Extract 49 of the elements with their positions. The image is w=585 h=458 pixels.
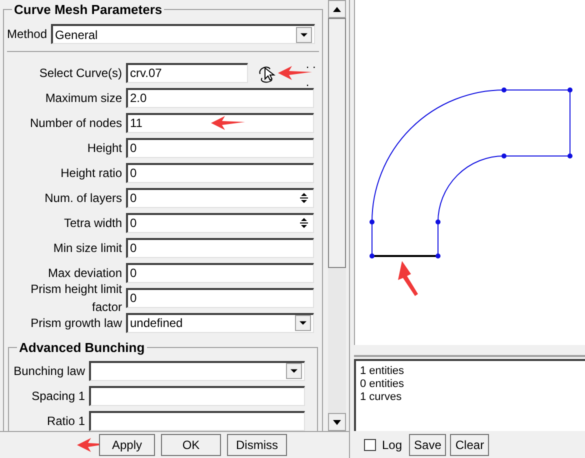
- input-field[interactable]: [89, 410, 305, 430]
- dropdown-field[interactable]: undefined: [126, 312, 314, 332]
- scrollbar-thumb[interactable]: [328, 18, 346, 268]
- field-label: Prism growth law: [30, 314, 123, 332]
- field-label: Maximum size: [44, 90, 123, 106]
- curve-select-field[interactable]: crv.07: [126, 62, 248, 82]
- message-button[interactable]: Clear: [450, 434, 490, 456]
- field-label: Height ratio: [60, 164, 123, 182]
- message-line: 1 entities: [360, 365, 406, 378]
- input-field[interactable]: [89, 386, 305, 406]
- log-checkbox[interactable]: [364, 438, 376, 450]
- scroll-up-icon[interactable]: [333, 6, 341, 12]
- field-label: Spacing 1: [30, 388, 86, 404]
- input-field[interactable]: 0: [126, 238, 314, 258]
- spinner-arrows-icon[interactable]: [299, 191, 309, 205]
- message-line: 0 entities: [360, 378, 406, 391]
- field-label: Num. of layers: [44, 190, 123, 206]
- checkbox-label: Log: [382, 436, 402, 454]
- method-dropdown[interactable]: General: [51, 24, 316, 44]
- input-field[interactable]: 11: [126, 112, 314, 132]
- input-field[interactable]: 0: [126, 162, 314, 182]
- message-button[interactable]: Save: [409, 434, 446, 456]
- field-label: Method: [7, 26, 48, 43]
- dialog-button[interactable]: OK: [161, 434, 221, 456]
- spinner-arrows-icon[interactable]: [299, 216, 309, 230]
- dialog-button[interactable]: Apply: [99, 434, 155, 456]
- scroll-down-icon[interactable]: [333, 420, 341, 424]
- dialog-button[interactable]: Dismiss: [227, 434, 287, 456]
- vertical-scrollbar[interactable]: [328, 0, 346, 431]
- more-dots[interactable]: . . .: [306, 54, 322, 90]
- input-field[interactable]: 0: [126, 288, 314, 308]
- input-field[interactable]: 2.0: [126, 88, 314, 108]
- spin-field[interactable]: 0: [126, 212, 314, 232]
- annotation-arrow-icon: [278, 66, 312, 80]
- field-label: Max deviation: [46, 264, 123, 282]
- field-label: Bunching law: [12, 362, 86, 380]
- field-label: Height: [86, 140, 123, 156]
- dropdown-field[interactable]: [89, 360, 305, 380]
- field-label: Select Curve(s): [38, 64, 123, 82]
- annotation-arrow-icon: [210, 116, 245, 130]
- field-label: Min size limit: [52, 240, 123, 256]
- spin-field[interactable]: 0: [126, 188, 314, 208]
- field-label: Prism height limit factor: [30, 280, 123, 316]
- field-label: Number of nodes: [28, 114, 123, 132]
- input-field[interactable]: 0: [126, 138, 314, 158]
- field-label: Ratio 1: [46, 412, 86, 430]
- message-line: 1 curves: [360, 391, 403, 404]
- field-label: Tetra width: [62, 214, 123, 232]
- input-field[interactable]: 0: [126, 262, 314, 282]
